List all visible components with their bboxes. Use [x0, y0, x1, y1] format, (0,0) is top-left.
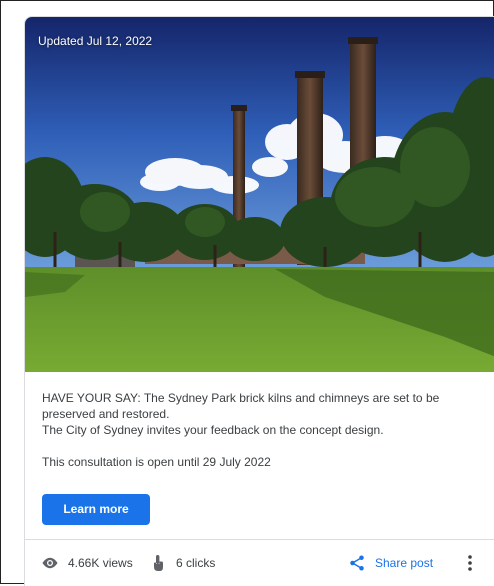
eye-icon [41, 554, 59, 572]
share-icon [348, 554, 366, 572]
updated-label: Updated Jul 12, 2022 [38, 34, 153, 48]
post-footer: 4.66K views 6 clicks Share post [25, 540, 494, 586]
post-text-line-1: HAVE YOUR SAY: The Sydney Park brick kil… [42, 391, 440, 421]
more-vert-icon [467, 554, 473, 572]
post-card: Updated Jul 12, 2022 HAVE YOUR SAY: The … [24, 16, 494, 586]
share-post-label: Share post [375, 556, 434, 570]
clicks-count: 6 clicks [176, 556, 216, 570]
screenshot-frame: Updated Jul 12, 2022 HAVE YOUR SAY: The … [0, 0, 494, 586]
views-stat: 4.66K views [41, 540, 133, 586]
more-options-button[interactable] [467, 540, 473, 586]
views-count: 4.66K views [68, 556, 133, 570]
post-text-line-2: The City of Sydney invites your feedback… [42, 423, 384, 437]
touch-icon [150, 554, 166, 572]
share-post-button[interactable]: Share post [348, 540, 433, 586]
post-text: HAVE YOUR SAY: The Sydney Park brick kil… [42, 390, 482, 470]
learn-more-button[interactable]: Learn more [42, 494, 150, 525]
post-photo: Updated Jul 12, 2022 [25, 17, 494, 372]
park-chimneys-image [25, 17, 494, 372]
clicks-stat: 6 clicks [150, 540, 215, 586]
post-text-line-3: This consultation is open until 29 July … [42, 455, 271, 469]
